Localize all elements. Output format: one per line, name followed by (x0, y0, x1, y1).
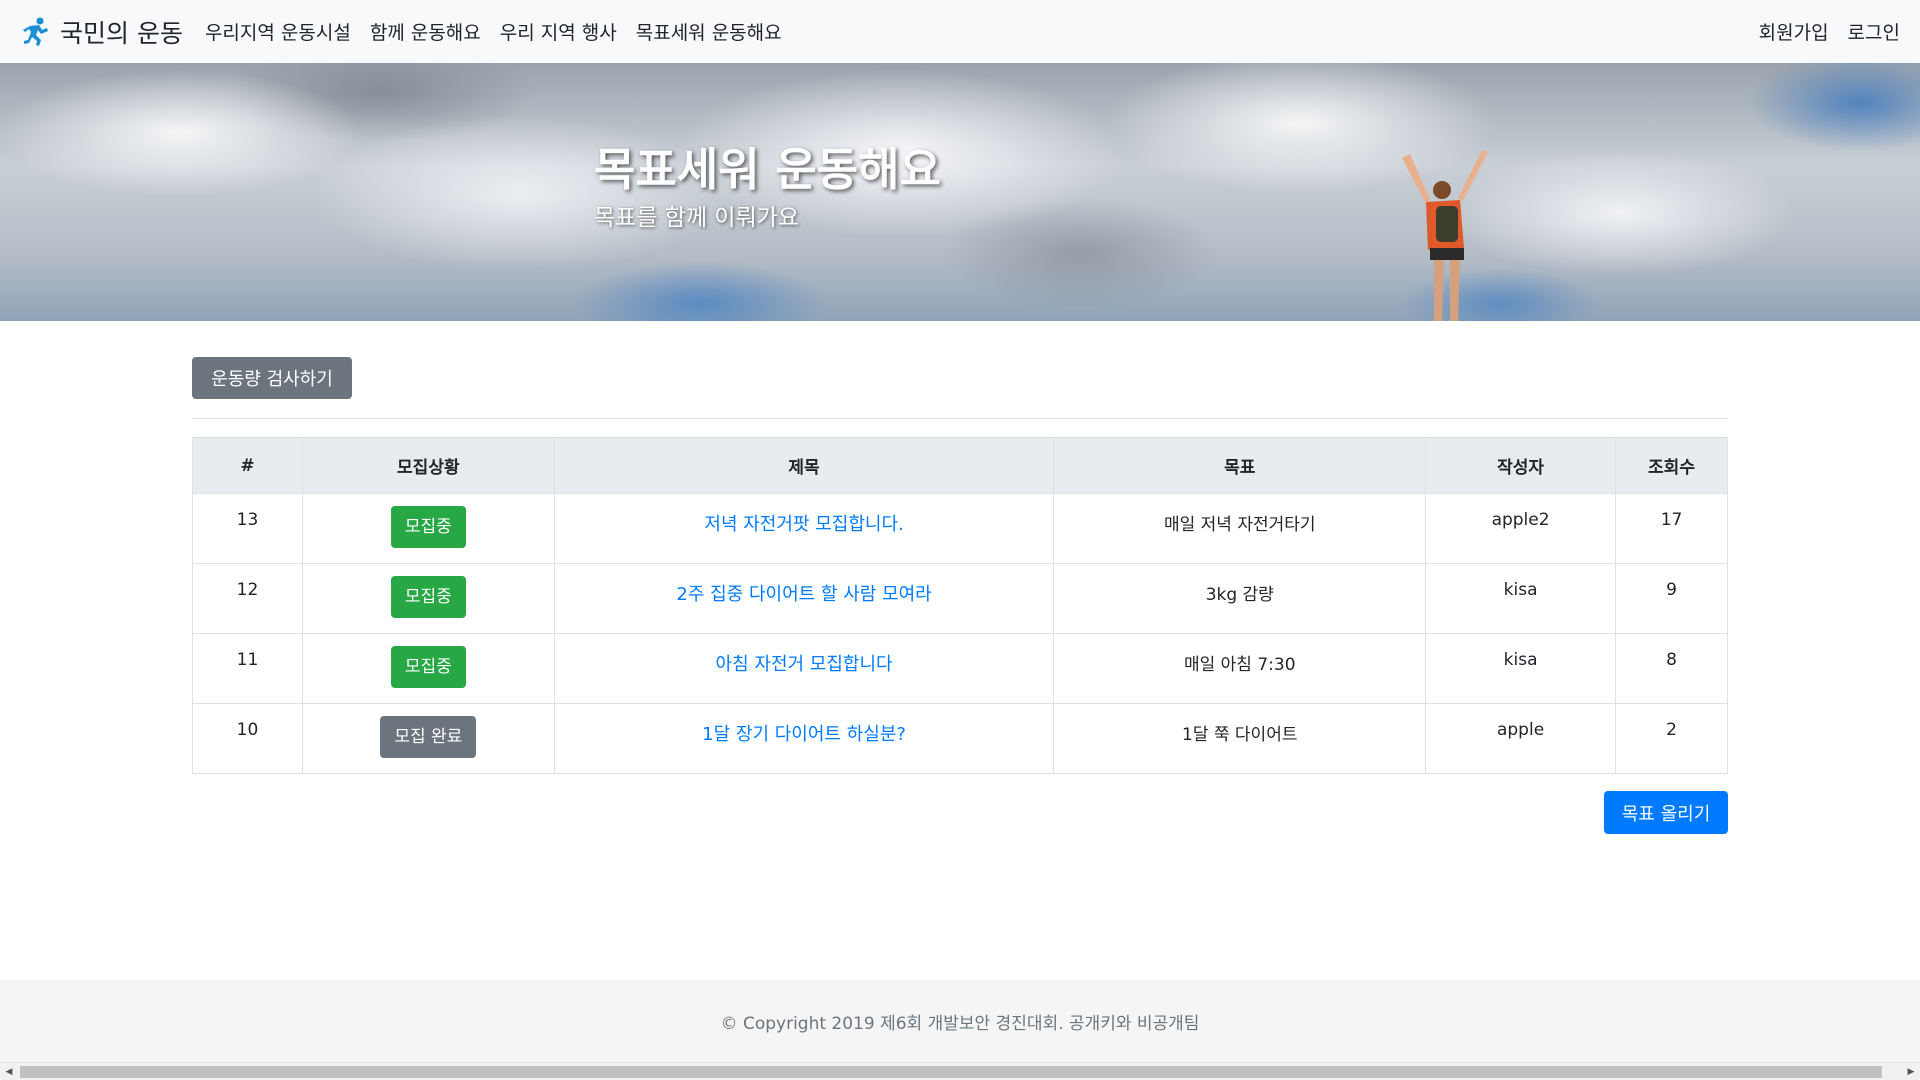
row-number: 10 (192, 703, 303, 774)
hiker-illustration (1402, 150, 1488, 321)
header-status: 모집상황 (301, 437, 555, 494)
exercise-check-button[interactable]: 운동량 검사하기 (192, 357, 352, 399)
post-title-link[interactable]: 아침 자전거 모집합니다 (716, 654, 893, 675)
hero-title: 목표세워 운동해요 (594, 143, 941, 196)
copyright-text: © Copyright 2019 제6회 개발보안 경진대회. 공개키와 비공개… (720, 1013, 1200, 1034)
header-goal: 목표 (1053, 437, 1427, 494)
row-views: 17 (1615, 493, 1728, 564)
nav-links: 우리지역 운동시설 함께 운동해요 우리 지역 행사 목표세워 운동해요 (205, 18, 782, 45)
brand-link[interactable]: 국민의 운동 (20, 14, 183, 50)
navbar: 국민의 운동 우리지역 운동시설 함께 운동해요 우리 지역 행사 목표세워 운… (0, 0, 1920, 63)
row-views: 2 (1615, 703, 1728, 774)
horizontal-scrollbar[interactable]: ◀ ▶ (0, 1062, 1920, 1080)
hero-banner: 목표세워 운동해요 목표를 함께 이뤄가요 (0, 63, 1920, 321)
row-goal: 3kg 감량 (1053, 563, 1427, 634)
divider (192, 418, 1728, 419)
status-badge[interactable]: 모집중 (390, 576, 466, 618)
brand-name: 국민의 운동 (60, 18, 183, 48)
row-goal: 1달 쭉 다이어트 (1053, 703, 1427, 774)
nav-link-exercise-together[interactable]: 함께 운동해요 (370, 18, 481, 45)
scroll-left-icon[interactable]: ◀ (3, 1066, 15, 1078)
row-number: 12 (192, 563, 303, 634)
runner-icon (23, 17, 48, 46)
hero-subtitle: 목표를 함께 이뤄가요 (594, 205, 800, 231)
status-badge[interactable]: 모집중 (390, 646, 466, 688)
row-author: kisa (1425, 633, 1617, 704)
row-views: 8 (1615, 633, 1728, 704)
table-row: 12 모집중 2주 집중 다이어트 할 사람 모여라 3kg 감량 kisa 9 (192, 563, 1728, 634)
header-author: 작성자 (1425, 437, 1617, 494)
status-badge[interactable]: 모집중 (390, 506, 466, 548)
row-author: apple (1425, 703, 1617, 774)
row-goal: 매일 아침 7:30 (1053, 633, 1427, 704)
table-row: 10 모집 완료 1달 장기 다이어트 하실분? 1달 쭉 다이어트 apple… (192, 703, 1728, 774)
status-badge[interactable]: 모집 완료 (380, 716, 477, 758)
login-link[interactable]: 로그인 (1848, 18, 1900, 45)
nav-link-goal-exercise[interactable]: 목표세워 운동해요 (636, 18, 782, 45)
footer: © Copyright 2019 제6회 개발보안 경진대회. 공개키와 비공개… (0, 980, 1920, 1062)
row-number: 11 (192, 633, 303, 704)
row-views: 9 (1615, 563, 1728, 634)
nav-link-facilities[interactable]: 우리지역 운동시설 (205, 18, 351, 45)
scrollbar-thumb[interactable] (20, 1066, 1882, 1078)
post-goal-button[interactable]: 목표 올리기 (1604, 791, 1728, 834)
scroll-right-icon[interactable]: ▶ (1905, 1066, 1917, 1078)
header-number: # (192, 437, 303, 494)
header-views: 조회수 (1615, 437, 1728, 494)
nav-link-local-events[interactable]: 우리 지역 행사 (500, 18, 617, 45)
header-title: 제목 (553, 437, 1055, 494)
table-row: 11 모집중 아침 자전거 모집합니다 매일 아침 7:30 kisa 8 (192, 633, 1728, 704)
table-header-row: # 모집상황 제목 목표 작성자 조회수 (192, 437, 1728, 494)
signup-link[interactable]: 회원가입 (1759, 18, 1829, 45)
post-title-link[interactable]: 1달 장기 다이어트 하실분? (702, 724, 906, 745)
row-goal: 매일 저녁 자전거타기 (1053, 493, 1427, 564)
goal-board-table: # 모집상황 제목 목표 작성자 조회수 13 모집중 저녁 자전거팟 모집합니… (192, 437, 1728, 774)
post-title-link[interactable]: 저녁 자전거팟 모집합니다. (704, 514, 903, 535)
nav-right: 회원가입 로그인 (1759, 18, 1900, 45)
table-row: 13 모집중 저녁 자전거팟 모집합니다. 매일 저녁 자전거타기 apple2… (192, 493, 1728, 564)
row-author: apple2 (1425, 493, 1617, 564)
post-title-link[interactable]: 2주 집중 다이어트 할 사람 모여라 (676, 584, 931, 605)
row-number: 13 (192, 493, 303, 564)
row-author: kisa (1425, 563, 1617, 634)
